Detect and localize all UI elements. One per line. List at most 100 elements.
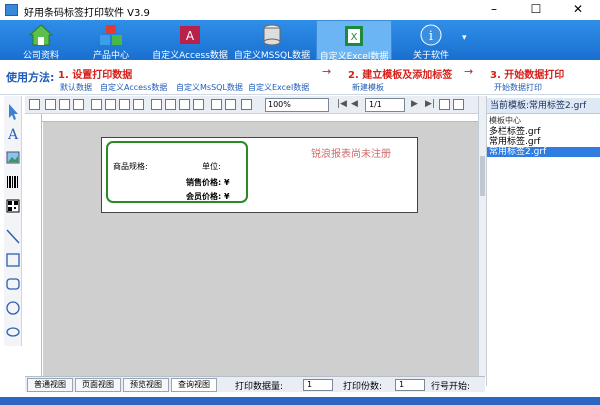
- undo-icon[interactable]: [133, 99, 144, 110]
- guide-step-1: 1. 设置打印数据: [58, 70, 133, 81]
- current-template: 当前模板:常用标签2.grf: [487, 98, 600, 114]
- copies-input[interactable]: 1: [395, 379, 425, 391]
- drawing-tools: A: [4, 96, 22, 346]
- print-count-input[interactable]: 1: [303, 379, 333, 391]
- print-setup-icon[interactable]: [73, 99, 84, 110]
- page-setup-icon[interactable]: [29, 99, 40, 110]
- list-item[interactable]: 多栏标签.grf: [487, 127, 600, 137]
- main-toolbar: 公司资料 产品中心 A 自定义Access数据 自定义MSSQL数据 X 自定义…: [0, 20, 600, 62]
- link-start-print[interactable]: 开始数据打印: [494, 82, 542, 93]
- toolbar-product-center[interactable]: 产品中心: [76, 20, 146, 61]
- next-page-button[interactable]: ▶: [411, 99, 422, 110]
- export-icon[interactable]: [165, 99, 176, 110]
- arrow-icon: →: [464, 65, 474, 78]
- tab-page-view[interactable]: 页面视图: [75, 378, 121, 392]
- page-number-field[interactable]: 1/1: [365, 98, 405, 112]
- link-custom-access[interactable]: 自定义Access数据: [100, 82, 167, 93]
- copies-label: 打印份数:: [343, 382, 383, 392]
- preview-icon[interactable]: [59, 99, 70, 110]
- prev-page-button[interactable]: ◀: [351, 99, 362, 110]
- app-icon: [5, 4, 18, 16]
- fit-page-icon[interactable]: [241, 99, 252, 110]
- zoom-out-icon[interactable]: [225, 99, 236, 110]
- info-icon: i: [420, 24, 442, 46]
- minimize-button[interactable]: –: [474, 0, 514, 20]
- cubes-icon: [100, 25, 122, 45]
- toolbar-custom-mssql[interactable]: 自定义MSSQL数据: [232, 20, 312, 61]
- print-icon[interactable]: [45, 99, 56, 110]
- line-tool-icon[interactable]: [5, 226, 21, 246]
- svg-text:A: A: [7, 127, 19, 143]
- excel-icon: X: [345, 26, 363, 46]
- toolbar-overflow-button[interactable]: ▾: [462, 33, 467, 43]
- tab-query-view[interactable]: 查询视图: [171, 378, 217, 392]
- database-icon: [263, 24, 281, 46]
- list-item[interactable]: 常用标签2.grf: [487, 147, 600, 157]
- svg-text:i: i: [429, 29, 433, 44]
- label-sale-price-text[interactable]: 销售价格: ¥: [186, 177, 230, 188]
- window-title: 好用条码标签打印软件 V3.9: [24, 8, 150, 19]
- grid-icon[interactable]: [179, 99, 190, 110]
- guide-step-3: 3. 开始数据打印: [490, 70, 565, 81]
- image-tool-icon[interactable]: [5, 148, 21, 168]
- properties-icon[interactable]: [193, 99, 204, 110]
- first-page-button[interactable]: |◀: [337, 99, 348, 110]
- cut-icon[interactable]: [91, 99, 102, 110]
- label-frame[interactable]: 商品规格: 单位: 销售价格: ¥ 会员价格: ¥: [106, 141, 248, 203]
- start-row-label: 行号开始:: [431, 382, 471, 392]
- barcode-tool-icon[interactable]: [5, 172, 21, 192]
- vertical-scrollbar[interactable]: [478, 96, 486, 376]
- ellipse-tool-icon[interactable]: [5, 322, 21, 342]
- link-default-data[interactable]: 默认数据: [60, 82, 92, 93]
- text-tool-icon[interactable]: A: [5, 124, 21, 144]
- toolbar-custom-access[interactable]: A 自定义Access数据: [150, 20, 230, 61]
- home-icon: [28, 24, 54, 46]
- label-member-price-text[interactable]: 会员价格: ¥: [186, 191, 230, 202]
- hand-tool-icon[interactable]: [439, 99, 450, 110]
- tab-normal-view[interactable]: 普通视图: [27, 378, 73, 392]
- toolbar-custom-excel[interactable]: X 自定义Excel数据: [316, 20, 392, 62]
- tab-preview-view[interactable]: 预览视图: [123, 378, 169, 392]
- guide-step-2: 2. 建立模板及添加标签: [348, 70, 453, 81]
- svg-text:X: X: [351, 32, 358, 43]
- access-icon: A: [180, 26, 200, 44]
- label-unit-text[interactable]: 单位:: [202, 161, 221, 172]
- last-page-button[interactable]: ▶|: [425, 99, 436, 110]
- template-panel: 当前模板:常用标签2.grf 模板中心 多栏标签.grf 常用标签.grf 常用…: [486, 96, 600, 386]
- rectangle-tool-icon[interactable]: [5, 250, 21, 270]
- taskbar-strip: [0, 397, 600, 405]
- label-spec-text[interactable]: 商品规格:: [113, 161, 148, 172]
- template-center-header: 模板中心: [489, 116, 521, 125]
- rounded-rect-tool-icon[interactable]: [5, 274, 21, 294]
- paste-icon[interactable]: [119, 99, 130, 110]
- maximize-button[interactable]: ☐: [516, 0, 556, 20]
- zoom-in-icon[interactable]: [211, 99, 222, 110]
- template-list: 多栏标签.grf 常用标签.grf 常用标签2.grf: [487, 127, 600, 157]
- horizontal-ruler: [42, 114, 478, 122]
- zoom-select[interactable]: 100%: [265, 98, 329, 112]
- qrcode-tool-icon[interactable]: [5, 196, 21, 216]
- design-canvas[interactable]: 商品规格: 单位: 销售价格: ¥ 会员价格: ¥ 锐浪报表尚未注册: [43, 122, 478, 376]
- pointer-icon[interactable]: [5, 102, 21, 122]
- text-cursor-icon[interactable]: [453, 99, 464, 110]
- copy-icon[interactable]: [105, 99, 116, 110]
- editor-toolbar: 100% |◀ ◀ 1/1 ▶ ▶|: [25, 96, 478, 114]
- link-custom-mssql[interactable]: 自定义MsSQL数据: [176, 82, 243, 93]
- print-count-label: 打印数据量:: [235, 382, 284, 392]
- label-paper: 商品规格: 单位: 销售价格: ¥ 会员价格: ¥ 锐浪报表尚未注册: [101, 137, 418, 213]
- close-button[interactable]: ✕: [558, 0, 598, 20]
- usage-guide: 使用方法: 1. 设置打印数据 默认数据 自定义Access数据 自定义MsSQ…: [0, 60, 600, 95]
- scroll-thumb[interactable]: [480, 156, 485, 196]
- guide-label: 使用方法:: [6, 71, 55, 84]
- bottom-bar: 普通视图 页面视图 预览视图 查询视图 打印数据量: 1 打印份数: 1 行号开…: [25, 376, 485, 392]
- link-new-template[interactable]: 新建模板: [352, 82, 384, 93]
- svg-text:A: A: [186, 29, 195, 43]
- watermark-text: 锐浪报表尚未注册: [311, 149, 391, 160]
- title-bar: 好用条码标签打印软件 V3.9 – ☐ ✕: [0, 0, 600, 20]
- list-item[interactable]: 常用标签.grf: [487, 137, 600, 147]
- circle-tool-icon[interactable]: [5, 298, 21, 318]
- save-icon[interactable]: [151, 99, 162, 110]
- toolbar-company-info[interactable]: 公司资料: [6, 20, 76, 61]
- toolbar-about[interactable]: i 关于软件: [396, 20, 466, 61]
- link-custom-excel[interactable]: 自定义Excel数据: [248, 82, 309, 93]
